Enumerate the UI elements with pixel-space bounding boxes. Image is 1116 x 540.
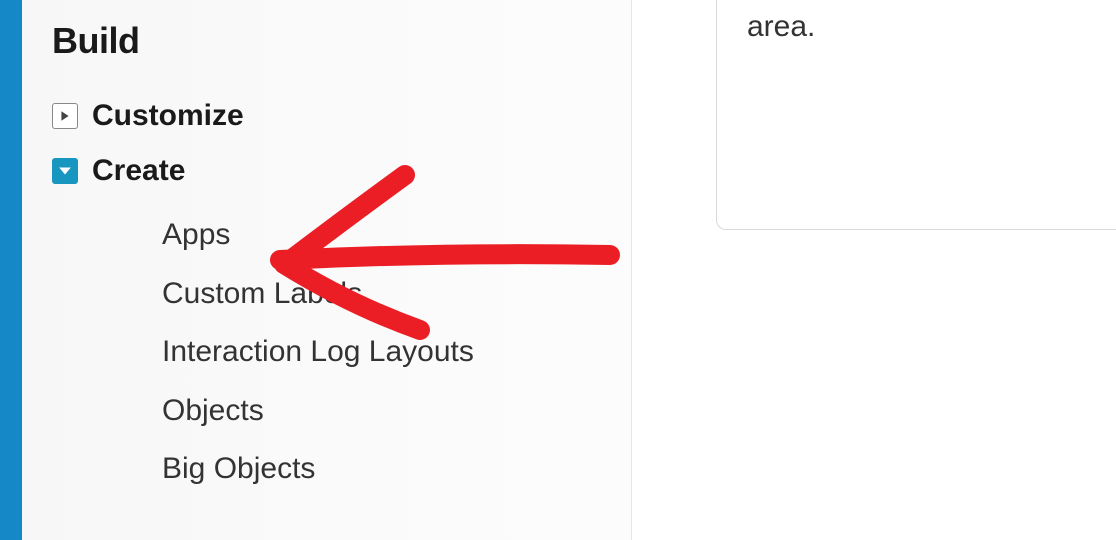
sidebar-item-create[interactable]: Create	[52, 151, 601, 190]
create-submenu: Apps Custom Labels Interaction Log Layou…	[162, 206, 601, 499]
sidebar-section-title: Build	[52, 20, 601, 62]
sidebar-item-label: Customize	[92, 96, 244, 135]
content-card: area.	[716, 0, 1116, 230]
sidebar-subitem-custom-labels[interactable]: Custom Labels	[162, 265, 601, 324]
setup-sidebar: Build Customize Create Apps Custom Label…	[22, 0, 632, 540]
content-text-fragment: area.	[747, 10, 815, 43]
sidebar-item-customize[interactable]: Customize	[52, 96, 601, 135]
sidebar-item-label: Create	[92, 151, 185, 190]
app-accent-stripe	[0, 0, 22, 540]
chevron-right-icon	[52, 103, 78, 129]
sidebar-subitem-big-objects[interactable]: Big Objects	[162, 440, 601, 499]
sidebar-subitem-objects[interactable]: Objects	[162, 382, 601, 441]
sidebar-subitem-apps[interactable]: Apps	[162, 206, 601, 265]
chevron-down-icon	[52, 158, 78, 184]
sidebar-subitem-interaction-log-layouts[interactable]: Interaction Log Layouts	[162, 323, 601, 382]
